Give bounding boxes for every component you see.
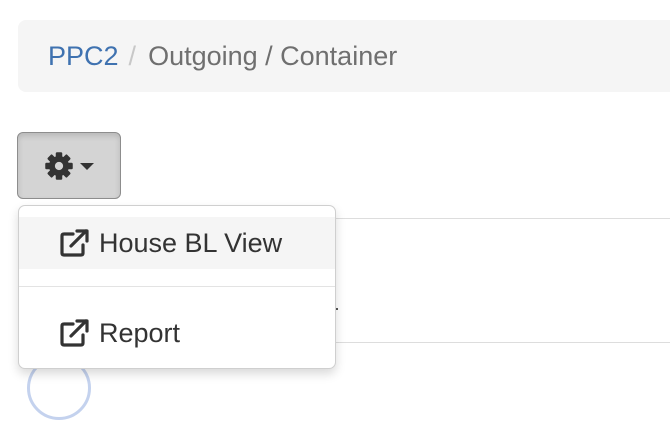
menu-item-label: Report <box>99 317 181 348</box>
menu-item-label: House BL View <box>99 227 283 258</box>
breadcrumb-separator: / <box>128 40 137 71</box>
menu-item-report[interactable]: Report <box>19 307 335 359</box>
breadcrumb-item-ppc2[interactable]: PPC2 <box>48 41 119 72</box>
menu-divider <box>19 286 335 287</box>
table-border-bottom <box>330 342 670 343</box>
table-border-top <box>330 218 670 219</box>
gear-icon <box>44 151 74 181</box>
external-link-icon <box>60 229 89 257</box>
menu-item-house-bl-view[interactable]: House BL View <box>19 217 335 269</box>
breadcrumb-item-current: Outgoing / Container <box>148 40 398 71</box>
caret-down-icon <box>80 163 94 170</box>
dropdown-menu: House BL View Report <box>18 205 336 369</box>
breadcrumb: PPC2 / Outgoing / Container <box>18 20 670 92</box>
settings-dropdown-button[interactable] <box>17 132 121 199</box>
external-link-icon <box>60 319 89 347</box>
